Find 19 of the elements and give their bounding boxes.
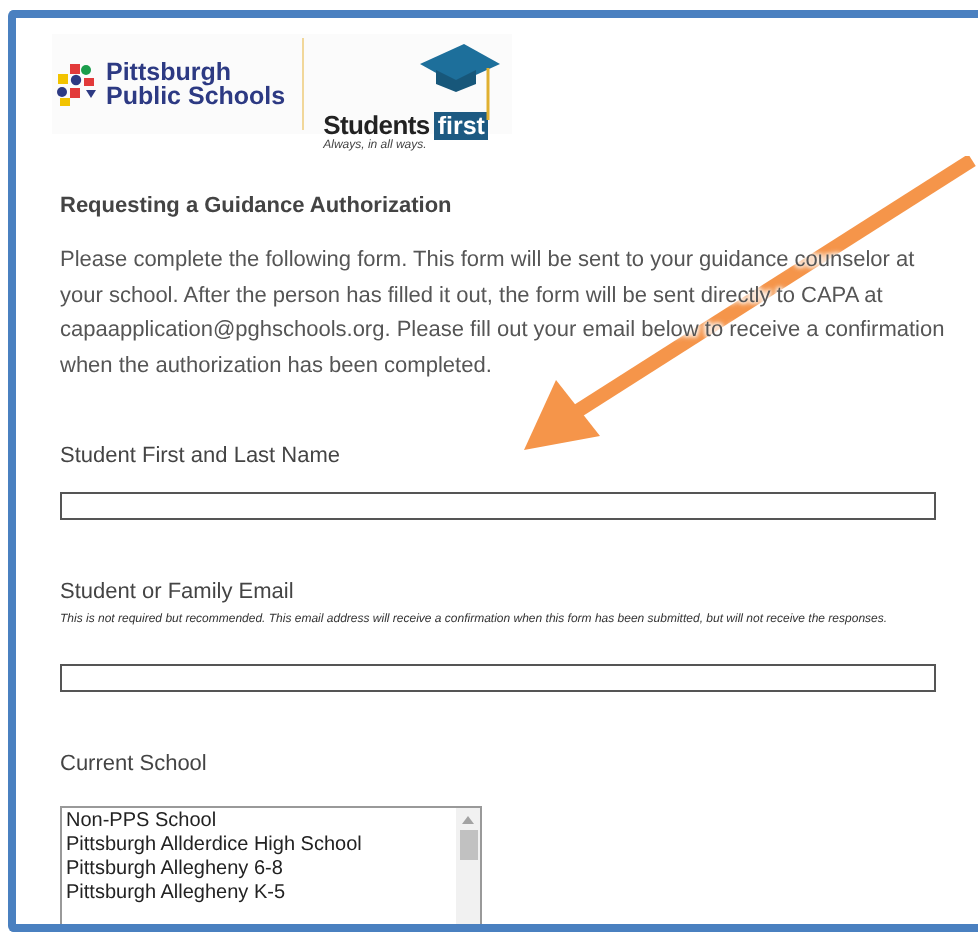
scroll-up-icon[interactable] xyxy=(462,816,474,824)
colored-shapes-icon xyxy=(56,62,100,106)
list-option[interactable]: Non-PPS School xyxy=(66,810,452,834)
scrollbar[interactable] xyxy=(456,808,480,924)
form-title: Requesting a Guidance Authorization xyxy=(60,194,454,218)
list-option[interactable]: Pittsburgh Allderdice High School xyxy=(66,834,452,858)
field-label: Student or Family Email xyxy=(60,580,296,604)
school-listbox[interactable]: Non-PPS School Pittsburgh Allderdice High School Pittsburgh Allegheny 6-8 Pittsburgh Allegheny K-5 xyxy=(60,806,482,924)
logo-badge: first xyxy=(433,112,489,140)
logo-text: Students xyxy=(323,110,430,140)
logo-text: Public Schools xyxy=(106,84,286,108)
list-option[interactable]: Pittsburgh Allegheny 6-8 xyxy=(66,858,452,882)
scroll-thumb[interactable] xyxy=(459,830,477,860)
logo-text: Pittsburgh xyxy=(106,60,233,84)
list-option[interactable]: Pittsburgh Allegheny K-5 xyxy=(66,882,452,906)
field-label: Student First and Last Name xyxy=(60,444,343,468)
field-label: Current School xyxy=(60,752,209,776)
text-field[interactable] xyxy=(60,492,936,520)
text-field[interactable] xyxy=(60,664,936,692)
